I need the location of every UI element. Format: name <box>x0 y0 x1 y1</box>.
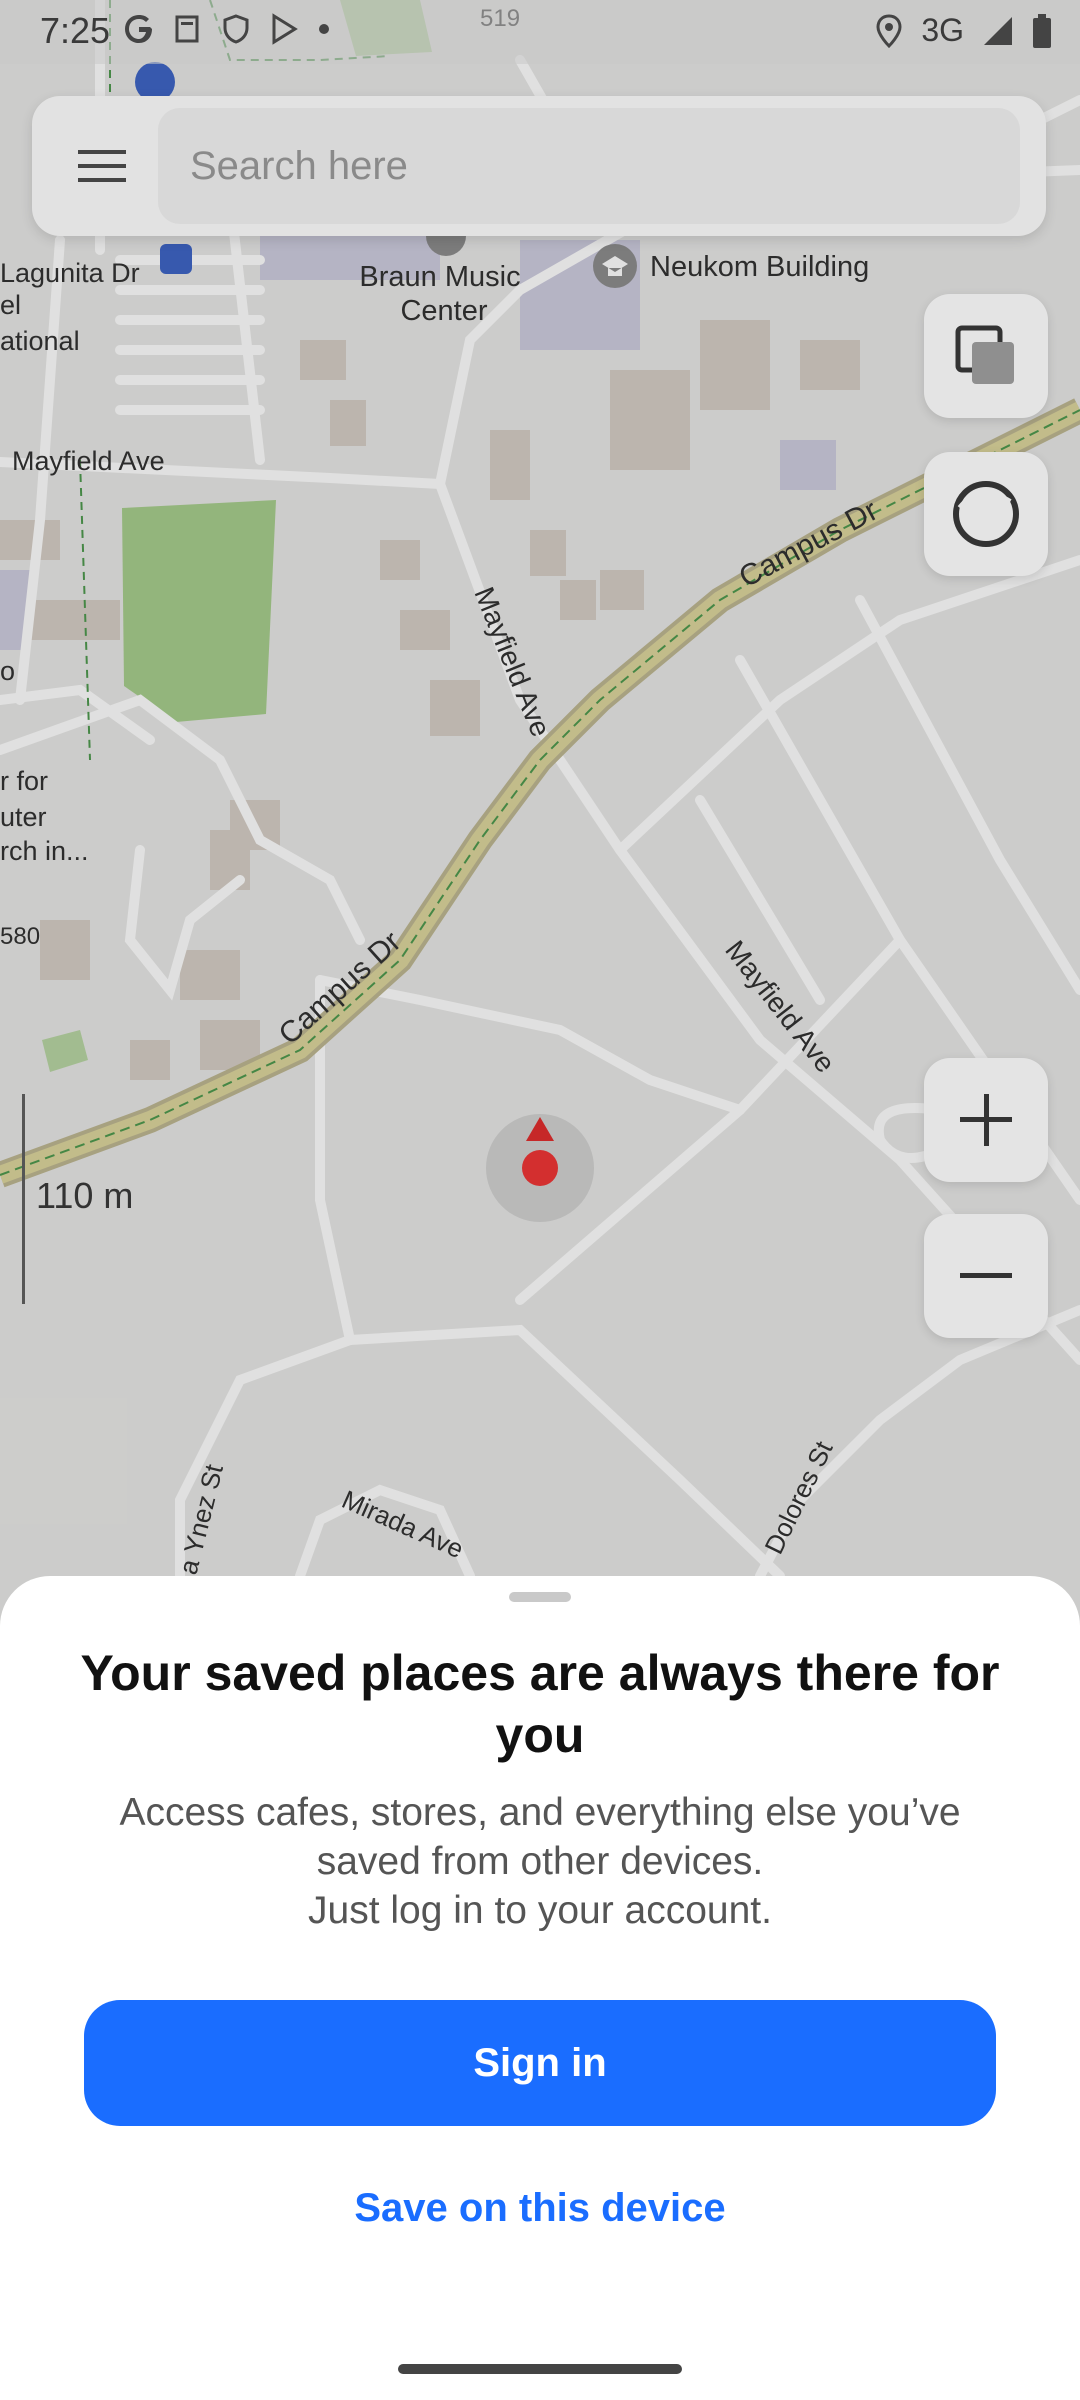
current-location-marker[interactable] <box>522 1150 558 1186</box>
label-rch-in: rch in... <box>0 836 89 866</box>
label-mayfield-ave-west: Mayfield Ave <box>12 446 165 476</box>
shield-icon <box>223 14 249 44</box>
notification-dot-icon <box>319 24 329 34</box>
save-on-device-button[interactable]: Save on this device <box>200 2172 880 2244</box>
label-o: o <box>0 656 15 686</box>
label-lagunita-dr: Lagunita Dr <box>0 258 140 288</box>
label-neukom-building: Neukom Building <box>650 251 869 283</box>
saved-places-sheet: Your saved places are always there for y… <box>0 1576 1080 2400</box>
park-area <box>122 500 276 722</box>
menu-button[interactable] <box>62 126 142 206</box>
play-store-icon <box>272 13 298 45</box>
label-national: ational <box>0 326 80 356</box>
sheet-description: Access cafes, stores, and everything els… <box>60 1788 1020 1935</box>
layers-button[interactable] <box>924 294 1048 418</box>
sheet-title: Your saved places are always there for y… <box>80 1645 1000 1763</box>
sheet-description-line: Just log in to your account. <box>308 1889 772 1932</box>
hamburger-menu-icon <box>78 150 126 182</box>
search-input[interactable] <box>158 108 1020 224</box>
label-braun-music-center: Braun Music <box>359 261 520 293</box>
sign-in-button[interactable]: Sign in <box>84 2000 996 2126</box>
transit-icon[interactable] <box>160 244 192 274</box>
heading-arrow-icon <box>526 1117 554 1141</box>
alice-assistant-icon <box>953 481 1019 547</box>
google-icon <box>125 15 152 43</box>
layers-icon <box>955 325 1014 384</box>
search-bar <box>32 96 1046 236</box>
scale-bar <box>22 1094 25 1304</box>
battery-icon <box>1033 13 1051 48</box>
status-time: 7:25 <box>40 10 111 51</box>
label-el: el <box>0 290 21 320</box>
sheet-drag-handle[interactable] <box>509 1592 571 1602</box>
clipboard-icon <box>175 15 199 43</box>
location-icon <box>876 13 902 48</box>
label-braun-music-center-2: Center <box>400 295 487 327</box>
home-indicator[interactable] <box>398 2364 682 2374</box>
zoom-in-button[interactable] <box>924 1058 1048 1182</box>
minus-icon <box>960 1273 1012 1278</box>
label-580: 580 <box>0 923 40 950</box>
status-bar: 7:25 3G <box>0 0 1080 64</box>
network-type: 3G <box>921 12 964 48</box>
assistant-button[interactable] <box>924 452 1048 576</box>
sheet-description-line: Access cafes, stores, and everything els… <box>119 1791 961 1834</box>
label-r-for: r for <box>0 766 48 796</box>
plus-icon <box>960 1094 1012 1146</box>
sheet-description-line: saved from other devices. <box>316 1840 764 1883</box>
scale-label: 110 m <box>36 1175 134 1216</box>
signal-icon <box>984 16 1012 45</box>
label-uter: uter <box>0 802 47 832</box>
zoom-out-button[interactable] <box>924 1214 1048 1338</box>
